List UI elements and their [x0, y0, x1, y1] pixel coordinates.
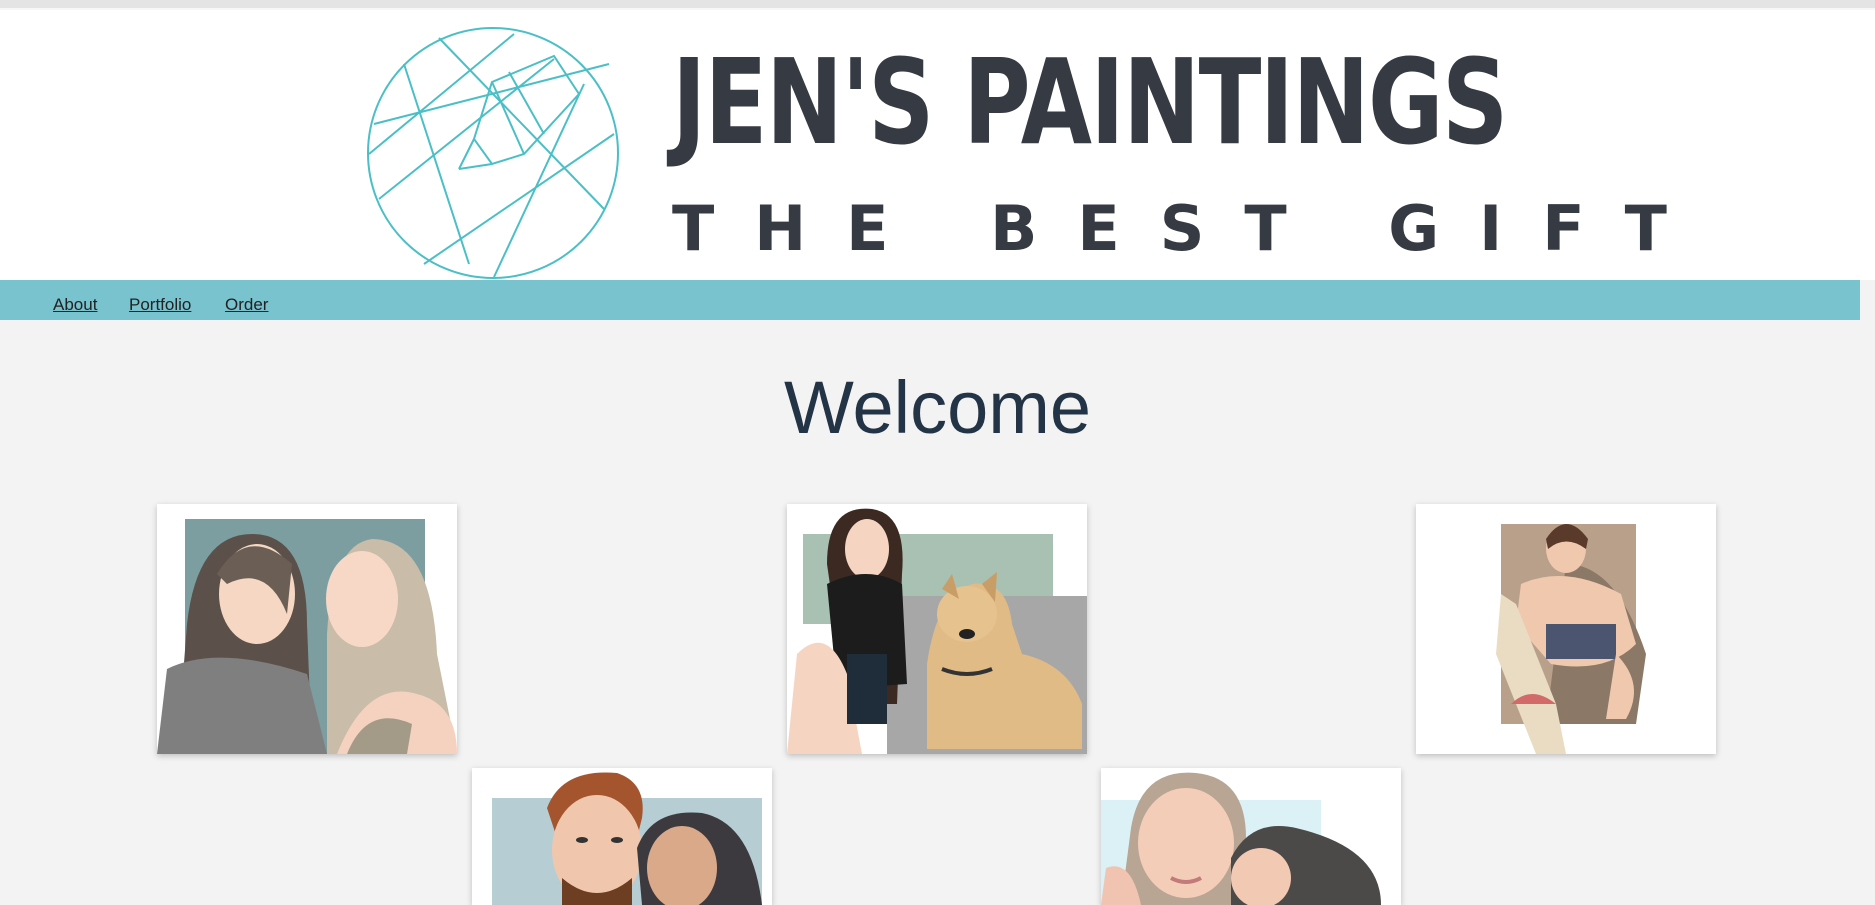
nav-link-about[interactable]: About	[53, 295, 97, 315]
nav-link-order[interactable]: Order	[225, 295, 268, 315]
pencil-geometric-circle-icon	[367, 27, 619, 279]
portrait-image	[472, 768, 772, 905]
portrait-image	[787, 504, 1087, 754]
gallery-card-portrait-couple[interactable]	[472, 768, 772, 905]
gallery-card-portrait-man-with-dog[interactable]	[1416, 504, 1716, 754]
page-title: Welcome	[783, 366, 1092, 449]
nav-edge	[1860, 280, 1875, 318]
gallery-card-portrait-two-women-kissing[interactable]	[1101, 768, 1401, 905]
gallery-card-portrait-two-women[interactable]	[157, 504, 457, 754]
gallery-card-portrait-woman-with-dog[interactable]	[787, 504, 1087, 754]
header-banner: JEN'S PAINTINGS THE BEST GIFT	[0, 10, 1875, 280]
portrait-image	[1416, 504, 1716, 754]
portrait-image	[157, 504, 457, 754]
portrait-image	[1101, 768, 1401, 905]
top-strip	[0, 0, 1875, 10]
logo-tagline: THE BEST GIFT	[672, 192, 1707, 265]
main-nav: About Portfolio Order	[0, 280, 1875, 320]
nav-link-portfolio[interactable]: Portfolio	[129, 295, 191, 315]
logo-title: JEN'S PAINTINGS	[672, 33, 1508, 171]
